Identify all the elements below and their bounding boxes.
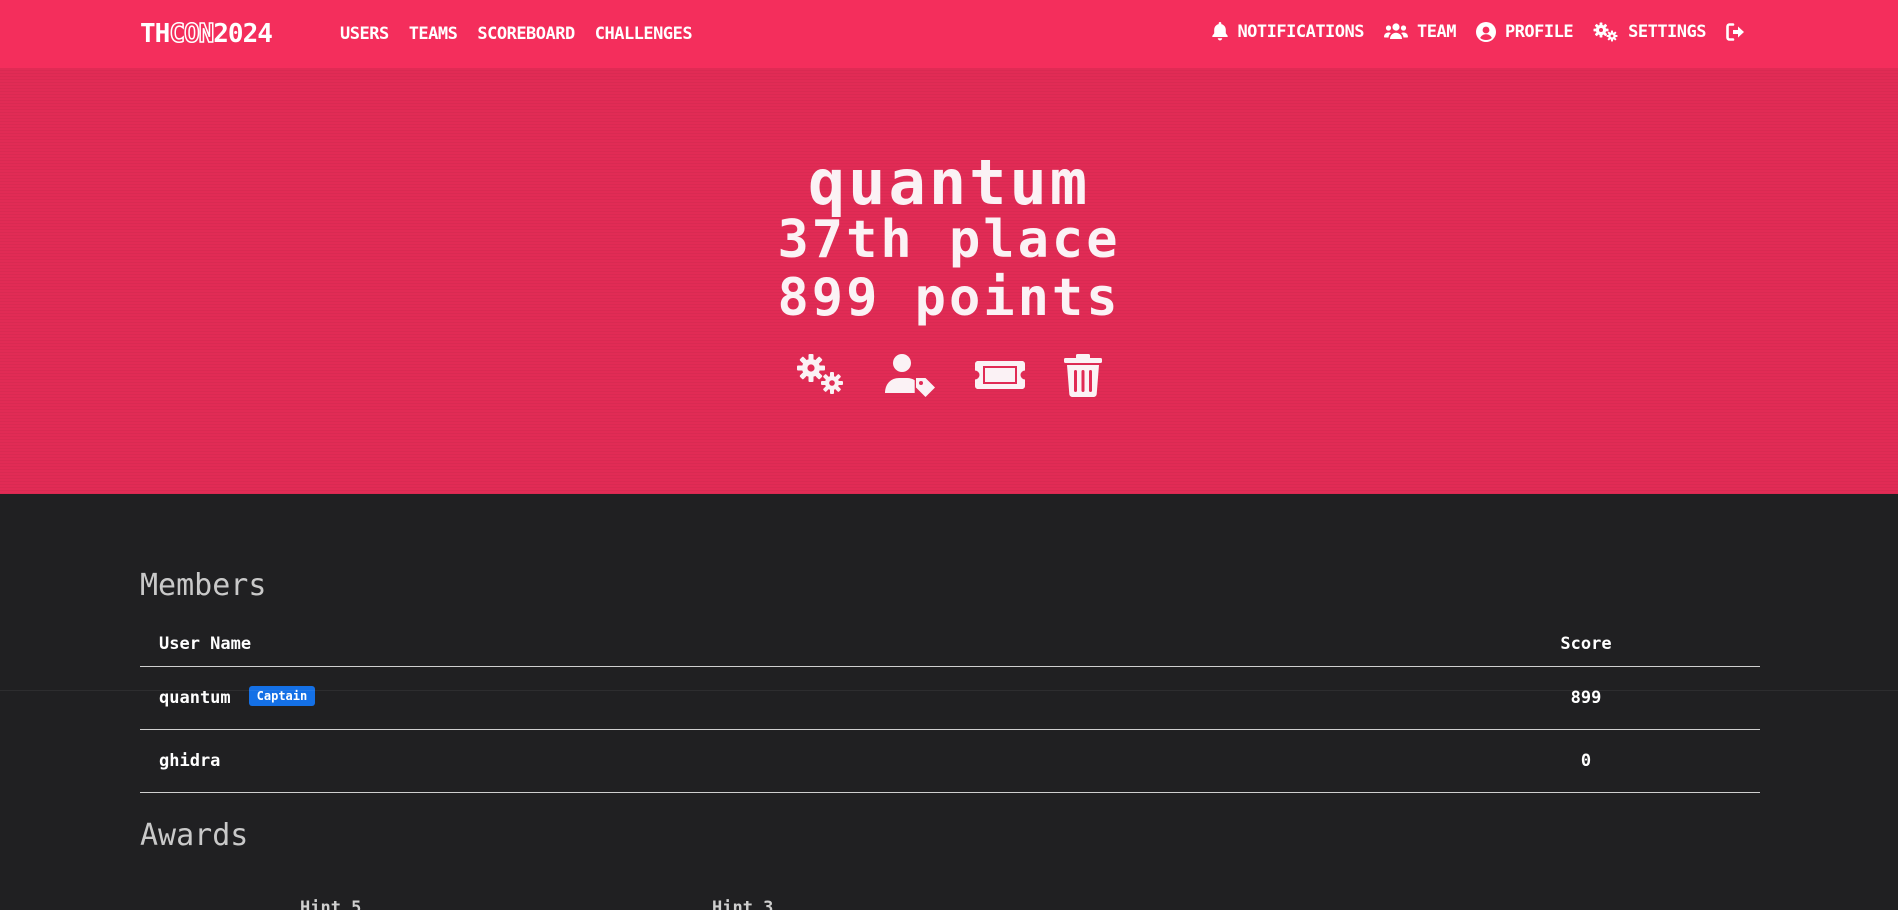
member-link[interactable]: quantum [159, 688, 231, 708]
nav-link-teams[interactable]: TEAMS [409, 22, 458, 46]
team-hero: quantum 37th place 899 points [0, 68, 1898, 494]
nav-settings-label: SETTINGS [1628, 22, 1706, 42]
trash-icon[interactable] [1063, 353, 1103, 397]
members-table-header: User Name Score [140, 622, 1760, 667]
logo-year: 2024 [213, 19, 273, 49]
team-name: quantum [807, 146, 1091, 219]
award-item: Hint 3 [712, 898, 774, 910]
ticket-icon[interactable] [975, 353, 1025, 397]
nav-profile-label: PROFILE [1504, 22, 1574, 42]
nav-team-label: TEAM [1417, 22, 1456, 42]
nav-settings[interactable]: SETTINGS [1593, 20, 1706, 44]
logout-button[interactable] [1726, 23, 1746, 41]
user-tag-icon[interactable] [885, 353, 937, 397]
table-row: ghidra 0 [140, 730, 1760, 793]
member-name-cell: quantum Captain [159, 686, 316, 708]
nav-link-scoreboard[interactable]: SCOREBOARD [477, 22, 575, 46]
users-icon [1384, 23, 1408, 39]
bell-icon [1212, 22, 1229, 41]
member-name-cell: ghidra [159, 751, 220, 771]
table-row: quantum Captain 899 [140, 667, 1760, 730]
team-place: 37th place [777, 210, 1121, 270]
sign-out-icon [1726, 23, 1744, 41]
members-table: User Name Score quantum Captain 899 ghidr… [140, 622, 1760, 793]
header-score: Score [1560, 634, 1612, 654]
nav-notifications[interactable]: NOTIFICATIONS [1212, 20, 1364, 44]
user-circle-icon [1475, 22, 1496, 42]
team-settings-icon[interactable] [795, 353, 847, 397]
member-score: 899 [1570, 688, 1602, 708]
divider [0, 690, 1898, 691]
cogs-icon [1593, 22, 1618, 42]
team-actions [0, 353, 1898, 397]
awards-heading: Awards [140, 818, 249, 853]
team-points: 899 points [777, 268, 1121, 328]
nav-team[interactable]: TEAM [1384, 20, 1456, 44]
members-heading: Members [140, 568, 267, 603]
logo[interactable]: THCON2024 [140, 19, 273, 49]
nav-right: NOTIFICATIONS TEAM PROFILE SETTINGS [1212, 20, 1746, 44]
award-item: Hint 5 [300, 898, 362, 910]
logo-prefix: TH [140, 19, 170, 49]
header-user-name: User Name [159, 634, 252, 654]
logo-con: CON [169, 19, 215, 49]
awards-list: Hint 5 Hint 3 [140, 898, 1760, 910]
navbar: THCON2024 USERS TEAMS SCOREBOARD CHALLEN… [0, 0, 1898, 68]
captain-badge: Captain [248, 686, 316, 706]
nav-link-users[interactable]: USERS [340, 22, 389, 46]
nav-left: USERS TEAMS SCOREBOARD CHALLENGES [340, 22, 693, 46]
member-score: 0 [1580, 751, 1592, 771]
nav-notifications-label: NOTIFICATIONS [1237, 22, 1364, 42]
member-link[interactable]: ghidra [159, 751, 220, 771]
nav-profile[interactable]: PROFILE [1475, 20, 1574, 44]
nav-link-challenges[interactable]: CHALLENGES [595, 22, 693, 46]
